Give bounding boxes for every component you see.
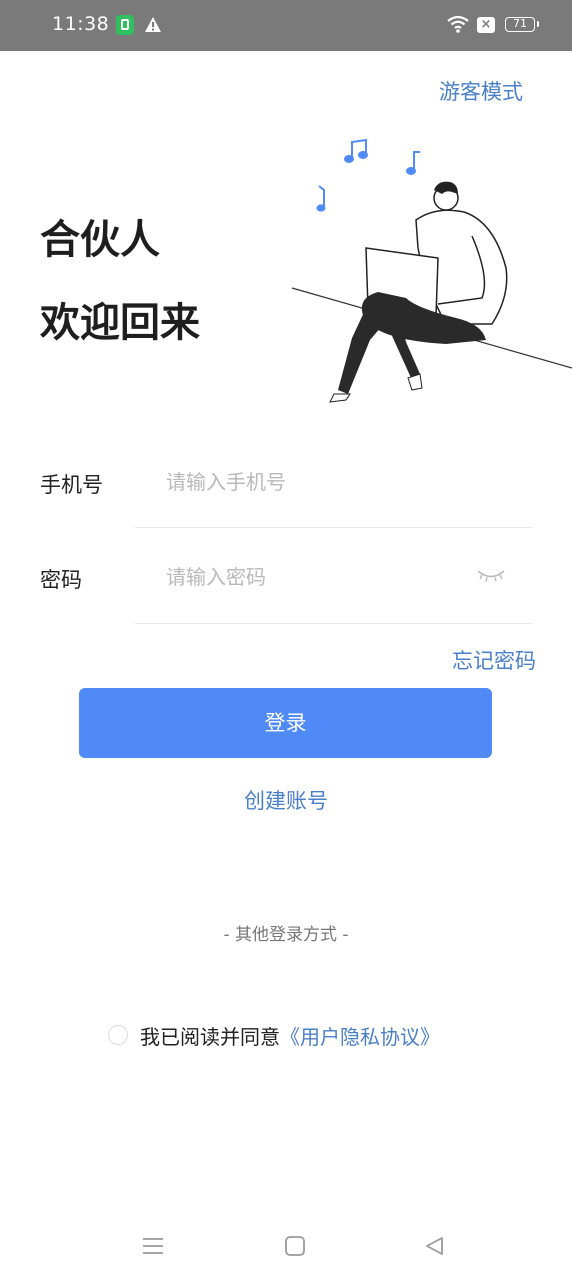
home-icon[interactable] <box>284 1235 306 1261</box>
wifi-icon <box>446 14 470 38</box>
welcome-title: 合伙人 欢迎回来 <box>40 212 200 378</box>
back-icon[interactable] <box>424 1235 446 1261</box>
password-label: 密码 <box>40 568 82 592</box>
welcome-line-1: 合伙人 <box>40 217 160 263</box>
welcome-line-2: 欢迎回来 <box>40 300 200 346</box>
privacy-policy-link[interactable]: 《用户隐私协议》 <box>280 1021 440 1050</box>
warning-icon <box>144 16 162 37</box>
phone-divider <box>135 527 532 528</box>
agreement-text: 我已阅读并同意 <box>140 1024 280 1049</box>
phone-input[interactable] <box>166 465 466 499</box>
forgot-password-link[interactable]: 忘记密码 <box>452 645 536 675</box>
nav-bar <box>0 1228 572 1264</box>
status-bar: 11:38 × 71 <box>0 0 572 51</box>
status-time: 11:38 <box>52 13 110 35</box>
sim-icon: × <box>477 17 495 33</box>
agreement-checkbox[interactable] <box>108 1025 128 1045</box>
music-note-icon <box>316 138 420 212</box>
password-input[interactable] <box>166 560 466 594</box>
other-login-label: - 其他登录方式 - <box>223 925 349 945</box>
app-notification-icon <box>116 15 134 35</box>
create-account-link[interactable]: 创建账号 <box>0 785 572 815</box>
password-divider <box>135 623 532 624</box>
battery-icon: 71 <box>505 17 539 32</box>
person-with-laptop-illustration <box>286 128 572 412</box>
guest-mode-link[interactable]: 游客模式 <box>439 76 523 106</box>
phone-label: 手机号 <box>40 473 103 497</box>
agreement-row: 我已阅读并同意 《用户隐私协议》 <box>108 1020 440 1050</box>
eye-closed-icon[interactable] <box>475 566 507 588</box>
login-button[interactable]: 登录 <box>79 688 492 758</box>
menu-icon[interactable] <box>142 1235 164 1261</box>
